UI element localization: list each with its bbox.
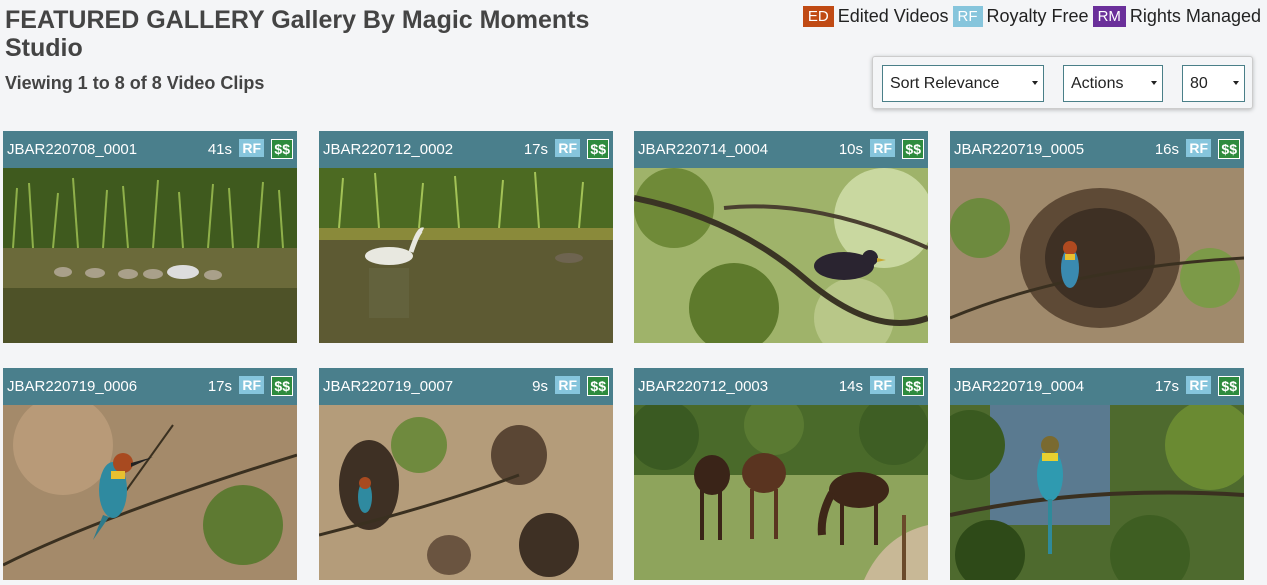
per-page-select[interactable]: 80 (1182, 65, 1245, 102)
clip-header: JBAR220712_0002 17s RF $$ (319, 131, 613, 168)
rf-badge: RF (870, 376, 895, 394)
clip-card[interactable]: JBAR220719_0006 17s RF $$ (3, 368, 297, 580)
toolbar-controls: Sort Relevance Actions 80 (872, 56, 1253, 109)
rf-badge: RF (239, 376, 264, 394)
chevron-down-icon (1151, 81, 1157, 85)
clip-duration: 16s (1154, 141, 1179, 158)
clip-header: JBAR220719_0006 17s RF $$ (3, 368, 297, 405)
clip-header: JBAR220719_0007 9s RF $$ (319, 368, 613, 405)
clip-header: JBAR220714_0004 10s RF $$ (634, 131, 928, 168)
rf-label: Royalty Free (986, 6, 1089, 26)
rf-badge: RF (1186, 376, 1211, 394)
sort-select-value: Sort Relevance (890, 74, 1000, 92)
rf-badge: RF (555, 139, 580, 157)
per-page-select-value: 80 (1190, 74, 1208, 92)
clip-id[interactable]: JBAR220712_0003 (638, 378, 768, 395)
clip-id[interactable]: JBAR220719_0004 (954, 378, 1084, 395)
clip-thumbnail[interactable] (950, 168, 1244, 343)
rf-badge: RF (1186, 139, 1211, 157)
clip-card[interactable]: JBAR220712_0003 14s RF $$ (634, 368, 928, 580)
clip-card[interactable]: JBAR220719_0007 9s RF $$ (319, 368, 613, 580)
clip-id[interactable]: JBAR220708_0001 (7, 141, 137, 158)
rm-label: Rights Managed (1129, 6, 1261, 26)
clip-id[interactable]: JBAR220714_0004 (638, 141, 768, 158)
clip-thumbnail[interactable] (950, 405, 1244, 580)
clip-duration: 41s (207, 141, 232, 158)
chevron-down-icon (1032, 81, 1038, 85)
price-badge[interactable]: $$ (271, 139, 293, 159)
price-badge[interactable]: $$ (902, 376, 924, 396)
clip-thumbnail[interactable] (3, 168, 297, 343)
clip-duration: 10s (838, 141, 863, 158)
clip-duration: 17s (1154, 378, 1179, 395)
actions-select-value: Actions (1071, 74, 1124, 92)
license-legend: ED Edited Videos RF Royalty Free RM Righ… (802, 6, 1265, 27)
clip-id[interactable]: JBAR220719_0006 (7, 378, 137, 395)
price-badge[interactable]: $$ (587, 376, 609, 396)
clip-thumbnail[interactable] (319, 168, 613, 343)
page-title: FEATURED GALLERY Gallery By Magic Moment… (5, 6, 590, 62)
price-badge[interactable]: $$ (587, 139, 609, 159)
clip-thumbnail[interactable] (3, 405, 297, 580)
clip-card[interactable]: JBAR220712_0002 17s RF $$ (319, 131, 613, 343)
sort-select[interactable]: Sort Relevance (882, 65, 1044, 102)
clip-thumbnail[interactable] (319, 405, 613, 580)
clip-id[interactable]: JBAR220719_0005 (954, 141, 1084, 158)
rf-badge: RF (239, 139, 264, 157)
clip-id[interactable]: JBAR220719_0007 (323, 378, 453, 395)
clip-duration: 14s (838, 378, 863, 395)
clip-card[interactable]: JBAR220719_0005 16s RF $$ (950, 131, 1244, 343)
actions-select[interactable]: Actions (1063, 65, 1163, 102)
clip-duration: 17s (523, 141, 548, 158)
clip-id[interactable]: JBAR220712_0002 (323, 141, 453, 158)
clip-header: JBAR220712_0003 14s RF $$ (634, 368, 928, 405)
clip-card[interactable]: JBAR220714_0004 10s RF $$ (634, 131, 928, 343)
rf-badge: RF (870, 139, 895, 157)
rm-tag: RM (1092, 6, 1126, 27)
price-badge[interactable]: $$ (902, 139, 924, 159)
clip-duration: 17s (207, 378, 232, 395)
clip-thumbnail[interactable] (634, 405, 928, 580)
ed-label: Edited Videos (837, 6, 949, 26)
rf-tag: RF (952, 6, 983, 27)
price-badge[interactable]: $$ (271, 376, 293, 396)
clip-header: JBAR220708_0001 41s RF $$ (3, 131, 297, 168)
results-count: Viewing 1 to 8 of 8 Video Clips (5, 73, 265, 93)
clip-card[interactable]: JBAR220708_0001 41s RF $$ (3, 131, 297, 343)
ed-tag: ED (802, 6, 834, 27)
price-badge[interactable]: $$ (1218, 376, 1240, 396)
clip-card[interactable]: JBAR220719_0004 17s RF $$ (950, 368, 1244, 580)
clip-header: JBAR220719_0005 16s RF $$ (950, 131, 1244, 168)
price-badge[interactable]: $$ (1218, 139, 1240, 159)
chevron-down-icon (1233, 81, 1239, 85)
clip-duration: 9s (532, 378, 548, 395)
clip-thumbnail[interactable] (634, 168, 928, 343)
rf-badge: RF (555, 376, 580, 394)
clip-header: JBAR220719_0004 17s RF $$ (950, 368, 1244, 405)
